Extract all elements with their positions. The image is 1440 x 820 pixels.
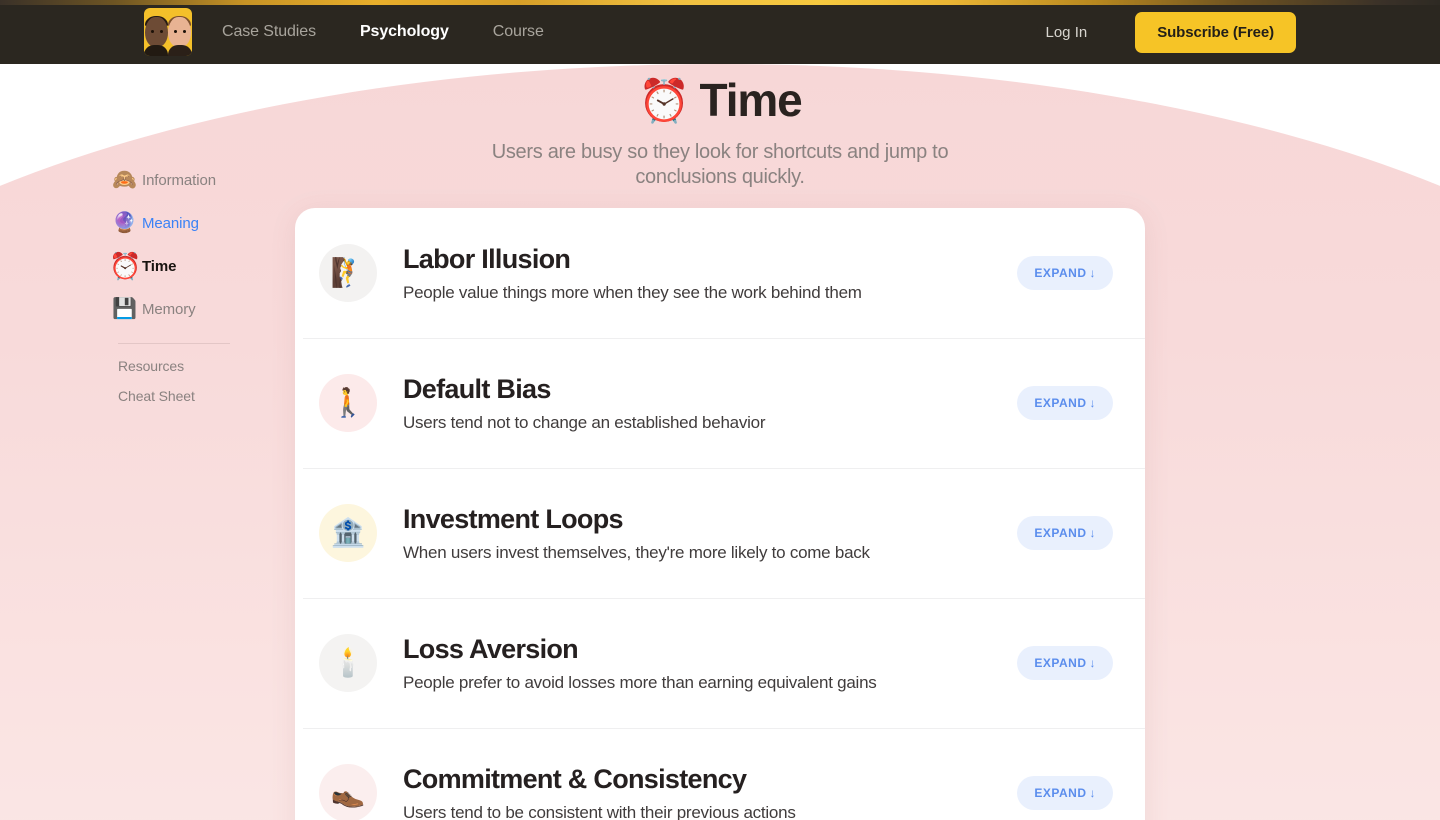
page-title: ⏰ Time bbox=[0, 72, 1440, 130]
arrow-down-icon: ↓ bbox=[1089, 266, 1096, 280]
list-item[interactable]: 🚶 Default Bias Users tend not to change … bbox=[295, 338, 1145, 468]
logo-body-left bbox=[144, 45, 168, 56]
dress-shoe-icon: 👞 bbox=[319, 764, 377, 820]
sidebar-item-memory[interactable]: 💾 Memory bbox=[112, 293, 282, 325]
list-item-description: People value things more when they see t… bbox=[403, 283, 862, 303]
list-item[interactable]: 🧗 Labor Illusion People value things mor… bbox=[295, 208, 1145, 338]
sidebar-item-label: Memory bbox=[142, 300, 196, 318]
sidebar-item-information[interactable]: 🙈 Information bbox=[112, 164, 282, 196]
sidebar-link-cheat-sheet[interactable]: Cheat Sheet bbox=[118, 388, 282, 404]
list-item-description: Users tend not to change an established … bbox=[403, 413, 766, 433]
bank-icon: 🏦 bbox=[319, 504, 377, 562]
expand-label: EXPAND bbox=[1034, 786, 1087, 800]
nav-right-group: Log In Subscribe (Free) bbox=[1046, 11, 1296, 53]
crystal-ball-icon: 🔮 bbox=[112, 212, 137, 234]
login-link[interactable]: Log In bbox=[1046, 24, 1088, 41]
gold-accent-strip bbox=[0, 0, 1440, 5]
list-item-title: Labor Illusion bbox=[403, 243, 571, 274]
expand-label: EXPAND bbox=[1034, 656, 1087, 670]
person-walking-icon: 🚶 bbox=[319, 374, 377, 432]
arrow-down-icon: ↓ bbox=[1089, 396, 1096, 410]
logo-eye-2 bbox=[160, 30, 163, 33]
list-item-text: Labor Illusion People value things more … bbox=[403, 243, 1017, 304]
sidebar-item-time[interactable]: ⏰ Time bbox=[109, 250, 282, 282]
list-item-description: When users invest themselves, they're mo… bbox=[403, 543, 870, 563]
sidebar-item-label: Meaning bbox=[142, 214, 199, 232]
alarm-clock-icon: ⏰ bbox=[109, 251, 142, 281]
list-item-title: Loss Aversion bbox=[403, 633, 579, 664]
top-navigation-bar: Case Studies Psychology Course Log In Su… bbox=[0, 0, 1440, 64]
nav-link-case-studies[interactable]: Case Studies bbox=[222, 23, 316, 41]
brand-logo-icon[interactable] bbox=[144, 8, 192, 56]
logo-eye-3 bbox=[174, 30, 177, 33]
arrow-down-icon: ↓ bbox=[1089, 786, 1096, 800]
logo-eye-1 bbox=[151, 30, 154, 33]
list-item-title: Default Bias bbox=[403, 373, 551, 404]
climber-icon: 🧗 bbox=[319, 244, 377, 302]
page-title-text: Time bbox=[699, 74, 803, 126]
list-item-description: Users tend to be consistent with their p… bbox=[403, 803, 796, 820]
sidebar-divider bbox=[118, 343, 230, 344]
page-subtitle: Users are busy so they look for shortcut… bbox=[491, 140, 949, 189]
nav-left-group: Case Studies Psychology Course bbox=[144, 8, 588, 56]
alarm-clock-icon: ⏰ bbox=[638, 76, 690, 124]
expand-label: EXPAND bbox=[1034, 526, 1087, 540]
expand-button[interactable]: EXPAND ↓ bbox=[1017, 256, 1113, 290]
list-item[interactable]: 👞 Commitment & Consistency Users tend to… bbox=[295, 728, 1145, 820]
logo-eye-4 bbox=[183, 30, 186, 33]
sidebar-item-label: Information bbox=[142, 171, 216, 189]
list-item-description: People prefer to avoid losses more than … bbox=[403, 673, 877, 693]
list-item-text: Default Bias Users tend not to change an… bbox=[403, 373, 1017, 434]
list-item-text: Investment Loops When users invest thems… bbox=[403, 503, 1017, 564]
expand-button[interactable]: EXPAND ↓ bbox=[1017, 776, 1113, 810]
nav-link-psychology[interactable]: Psychology bbox=[360, 23, 449, 41]
sidebar-item-meaning[interactable]: 🔮 Meaning bbox=[112, 207, 282, 239]
subscribe-button[interactable]: Subscribe (Free) bbox=[1135, 11, 1296, 53]
nav-link-course[interactable]: Course bbox=[493, 23, 544, 41]
list-item-title: Investment Loops bbox=[403, 503, 624, 534]
logo-body-right bbox=[168, 45, 192, 56]
see-no-evil-monkey-icon: 🙈 bbox=[112, 169, 137, 191]
list-item-text: Commitment & Consistency Users tend to b… bbox=[403, 763, 1017, 820]
sidebar-item-label: Time bbox=[142, 257, 177, 275]
expand-button[interactable]: EXPAND ↓ bbox=[1017, 646, 1113, 680]
list-item-title: Commitment & Consistency bbox=[403, 763, 747, 794]
expand-label: EXPAND bbox=[1034, 266, 1087, 280]
expand-label: EXPAND bbox=[1034, 396, 1087, 410]
arrow-down-icon: ↓ bbox=[1089, 656, 1096, 670]
logo-face-left bbox=[145, 17, 168, 47]
candle-icon: 🕯️ bbox=[319, 634, 377, 692]
logo-face-right bbox=[168, 17, 191, 47]
floppy-disk-icon: 💾 bbox=[112, 298, 137, 320]
category-sidebar: 🙈 Information 🔮 Meaning ⏰ Time 💾 Memory … bbox=[109, 164, 282, 418]
list-item[interactable]: 🕯️ Loss Aversion People prefer to avoid … bbox=[295, 598, 1145, 728]
expand-button[interactable]: EXPAND ↓ bbox=[1017, 516, 1113, 550]
sidebar-link-resources[interactable]: Resources bbox=[118, 358, 282, 374]
list-item-text: Loss Aversion People prefer to avoid los… bbox=[403, 633, 1017, 694]
list-item[interactable]: 🏦 Investment Loops When users invest the… bbox=[295, 468, 1145, 598]
principles-card: 🧗 Labor Illusion People value things mor… bbox=[295, 208, 1145, 820]
expand-button[interactable]: EXPAND ↓ bbox=[1017, 386, 1113, 420]
arrow-down-icon: ↓ bbox=[1089, 526, 1096, 540]
